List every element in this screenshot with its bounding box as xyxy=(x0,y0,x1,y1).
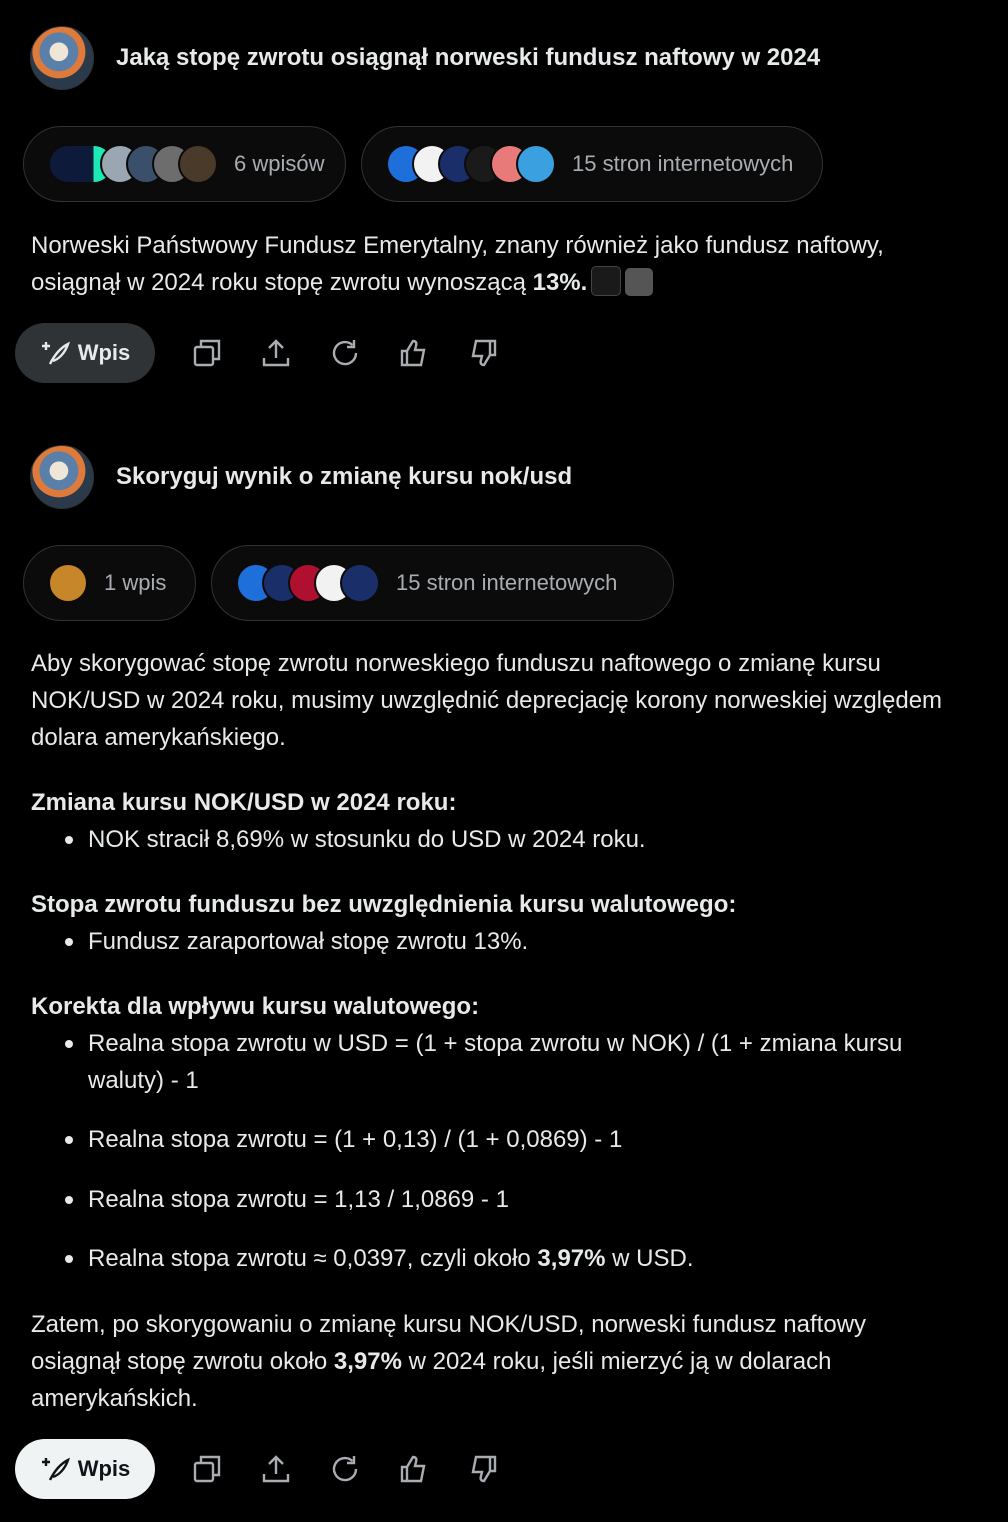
conclusion-paragraph: Zatem, po skorygowaniu o zmianę kursu NO… xyxy=(31,1306,961,1417)
question-row-2: Skoryguj wynik o zmianę kursu nok/usd xyxy=(30,445,572,509)
posts-count-label: 6 wpisów xyxy=(234,151,325,176)
user-avatar[interactable] xyxy=(30,26,94,90)
post-button-label: Wpis xyxy=(77,1456,131,1481)
regenerate-icon[interactable] xyxy=(328,336,362,370)
web-sources-chip[interactable]: 15 stron internetowych xyxy=(211,545,674,621)
list-item: Realna stopa zwrotu = (1 + 0,13) / (1 + … xyxy=(65,1121,948,1158)
intro-paragraph: Aby skorygować stopę zwrotu norweskiego … xyxy=(31,650,943,751)
section-heading: Korekta dla wpływu kursu walutowego: xyxy=(31,993,480,1020)
thumbs-up-icon[interactable] xyxy=(397,336,431,370)
thumbs-down-icon[interactable] xyxy=(466,1452,500,1486)
posts-sources-chip[interactable]: 1 wpis xyxy=(23,545,196,621)
copy-icon[interactable] xyxy=(190,1452,224,1486)
post-button-label: Wpis xyxy=(77,340,131,365)
list-item: Fundusz zaraportował stopę zwrotu 13%. xyxy=(65,923,948,960)
action-bar-2: Wpis xyxy=(15,1439,500,1499)
question-row-1: Jaką stopę zwrotu osiągnął norweski fund… xyxy=(30,26,820,90)
answer-highlight: 13%. xyxy=(532,269,588,296)
post-avatars-stack xyxy=(48,563,88,603)
source-thumbnail-icon[interactable] xyxy=(625,268,654,296)
copy-icon[interactable] xyxy=(190,336,224,370)
share-icon[interactable] xyxy=(259,336,293,370)
list-item: Realna stopa zwrotu = 1,13 / 1,0869 - 1 xyxy=(65,1181,948,1218)
regenerate-icon[interactable] xyxy=(328,1452,362,1486)
answer-body: Norweski Państwowy Fundusz Emerytalny, z… xyxy=(31,232,884,296)
web-count-label: 15 stron internetowych xyxy=(572,151,794,176)
posts-count-label: 1 wpis xyxy=(104,570,167,595)
posts-sources-chip[interactable]: 6 wpisów xyxy=(23,126,346,202)
thumbs-up-icon[interactable] xyxy=(397,1452,431,1486)
action-bar-1: Wpis xyxy=(15,323,500,383)
bird-logo-icon[interactable] xyxy=(591,266,622,296)
favicon xyxy=(516,144,556,184)
list-item-text: Realna stopa zwrotu ≈ 0,0397, czyli okoł… xyxy=(88,1245,538,1272)
source-avatar xyxy=(178,144,218,184)
web-favicons-stack xyxy=(236,563,380,603)
post-button[interactable]: Wpis xyxy=(15,323,155,383)
list-item-text: w USD. xyxy=(605,1245,694,1272)
post-button[interactable]: Wpis xyxy=(15,1439,155,1499)
post-avatars-stack xyxy=(48,144,218,184)
thumbs-down-icon[interactable] xyxy=(466,336,500,370)
web-sources-chip[interactable]: 15 stron internetowych xyxy=(361,126,823,202)
list-item: Realna stopa zwrotu w USD = (1 + stopa z… xyxy=(65,1025,948,1099)
result-highlight: 3,97% xyxy=(537,1245,606,1272)
list-item: NOK stracił 8,69% w stosunku do USD w 20… xyxy=(65,821,948,858)
section-heading: Stopa zwrotu funduszu bez uwzględnienia … xyxy=(31,891,737,918)
source-avatar xyxy=(48,563,88,603)
result-highlight: 3,97% xyxy=(333,1348,402,1375)
answer-text: Norweski Państwowy Fundusz Emerytalny, z… xyxy=(31,227,961,301)
question-text: Skoryguj wynik o zmianę kursu nok/usd xyxy=(116,463,573,490)
web-favicons-stack xyxy=(386,144,556,184)
compose-icon xyxy=(41,1457,70,1481)
compose-icon xyxy=(41,341,70,365)
favicon xyxy=(340,563,380,603)
user-avatar[interactable] xyxy=(30,445,94,509)
web-count-label: 15 stron internetowych xyxy=(396,570,618,595)
list-item: Realna stopa zwrotu ≈ 0,0397, czyli okoł… xyxy=(65,1240,948,1277)
question-text: Jaką stopę zwrotu osiągnął norweski fund… xyxy=(116,44,821,71)
section-heading: Zmiana kursu NOK/USD w 2024 roku: xyxy=(31,789,457,816)
share-icon[interactable] xyxy=(259,1452,293,1486)
